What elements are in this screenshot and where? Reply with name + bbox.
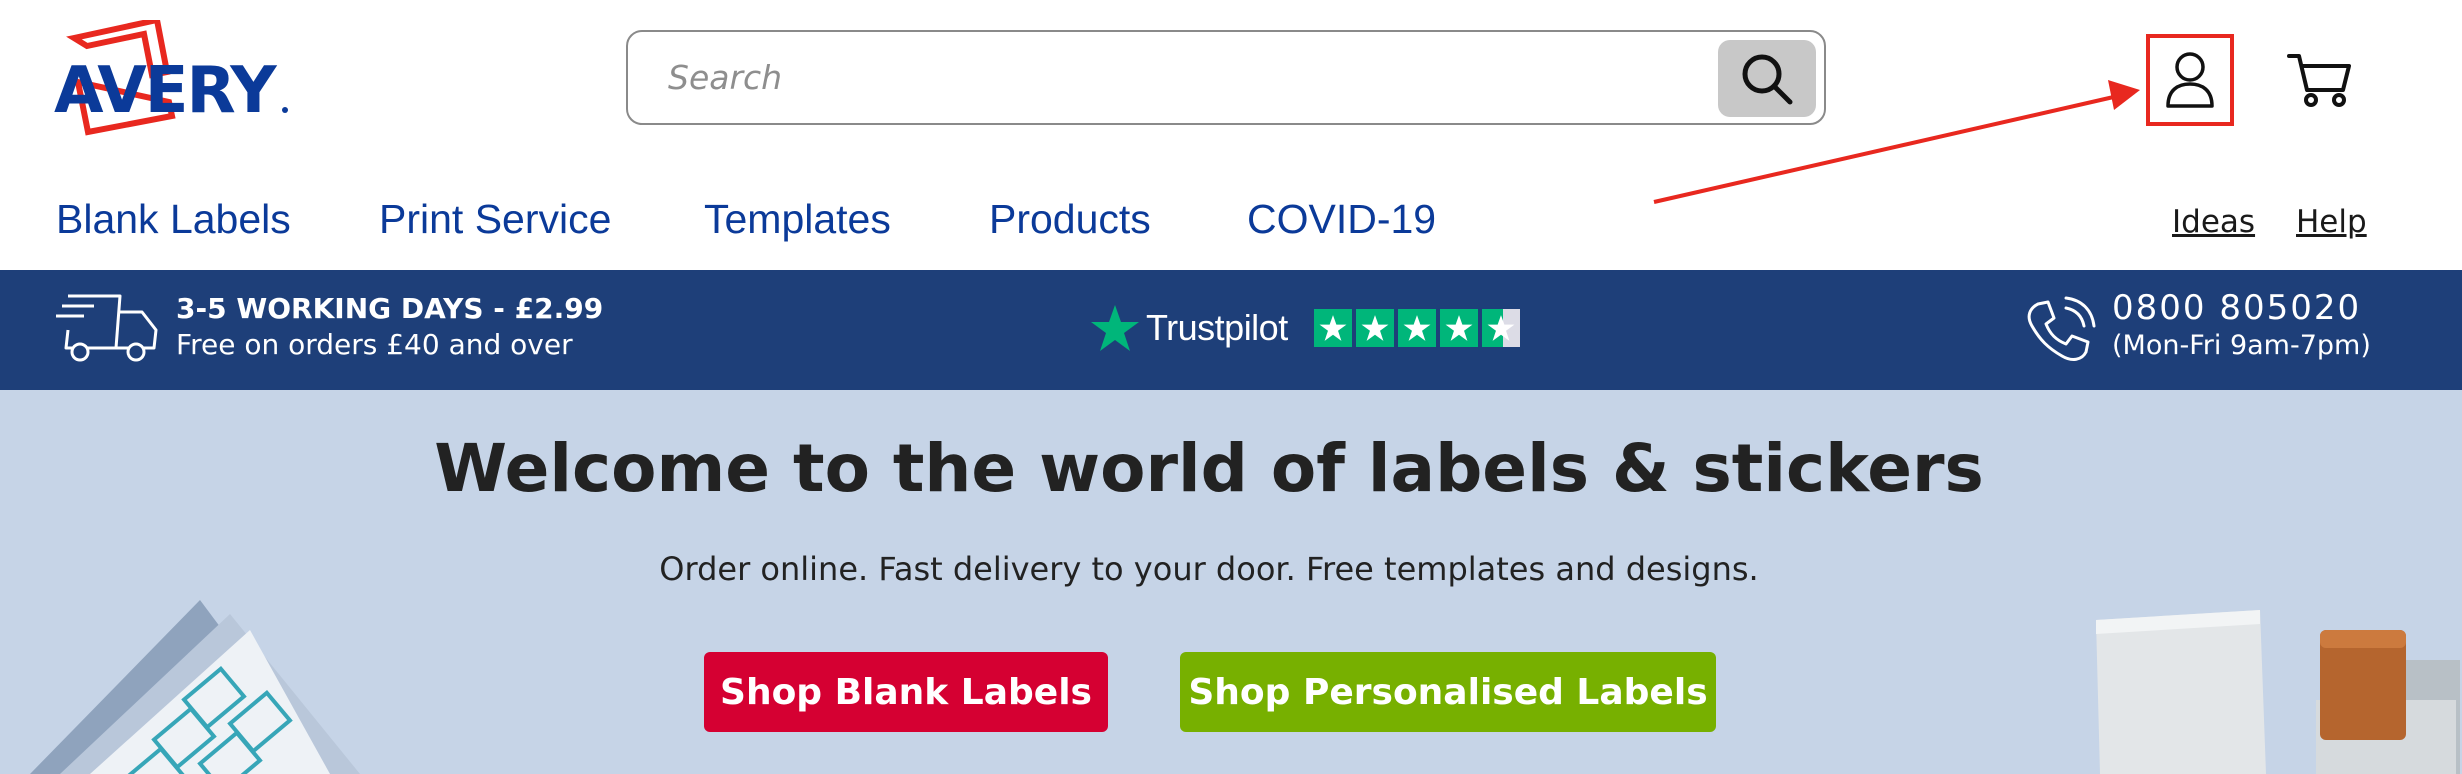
avery-logo[interactable]: AVERY [52,16,302,140]
hero-subtitle: Order online. Fast delivery to your door… [659,550,1759,588]
delivery-subtitle: Free on orders £40 and over [176,328,573,361]
search-button[interactable] [1718,40,1816,117]
nav-item-print-service[interactable]: Print Service [379,196,611,243]
avery-logo-text: AVERY [54,54,277,128]
search-input[interactable] [668,32,1668,123]
cart-button[interactable] [2280,40,2360,120]
trustpilot-widget[interactable]: Trustpilot [1090,298,1520,358]
hero-title: Welcome to the world of labels & sticker… [434,430,1984,507]
rating-half-star-icon [1481,309,1520,347]
rating-star-icon [1313,309,1352,347]
user-icon [2166,52,2214,108]
rating-star-icon [1355,309,1394,347]
phone-hours: (Mon-Fri 9am-7pm) [2112,330,2371,361]
page: AVERY Search Blank Labels Print Service … [0,0,2462,774]
info-bar: 3-5 WORKING DAYS - £2.99 Free on orders … [0,270,2462,390]
shop-blank-labels-button[interactable]: Shop Blank Labels [704,652,1108,732]
label-sheets-image [30,600,360,774]
rating-star-icon [1397,309,1436,347]
nav-item-ideas[interactable]: Ideas [2172,204,2255,240]
nav-item-products[interactable]: Products [989,196,1151,243]
nav-item-blank-labels[interactable]: Blank Labels [56,196,291,243]
hero-banner: Welcome to the world of labels & sticker… [0,390,2462,774]
phone-icon [2027,296,2096,361]
delivery-title: 3-5 WORKING DAYS - £2.99 [176,292,604,325]
nav-item-covid-19[interactable]: COVID-19 [1247,196,1436,243]
product-jars-image [2096,610,2460,774]
trustpilot-label: Trustpilot [1146,307,1288,348]
cart-icon [2287,54,2351,107]
nav-item-help[interactable]: Help [2296,204,2367,240]
search-bar [626,30,1826,125]
site-header: AVERY Search Blank Labels Print Service … [0,0,2462,270]
shop-personalised-labels-button[interactable]: Shop Personalised Labels [1180,652,1716,732]
phone-number[interactable]: 0800 805020 [2112,288,2361,328]
trustpilot-star-icon [1091,305,1139,351]
account-button[interactable] [2146,34,2234,126]
nav-item-templates[interactable]: Templates [704,196,891,243]
rating-star-icon [1439,309,1478,347]
search-icon [1742,54,1793,104]
trustpilot-rating [1313,309,1520,347]
delivery-truck-icon [56,294,158,362]
